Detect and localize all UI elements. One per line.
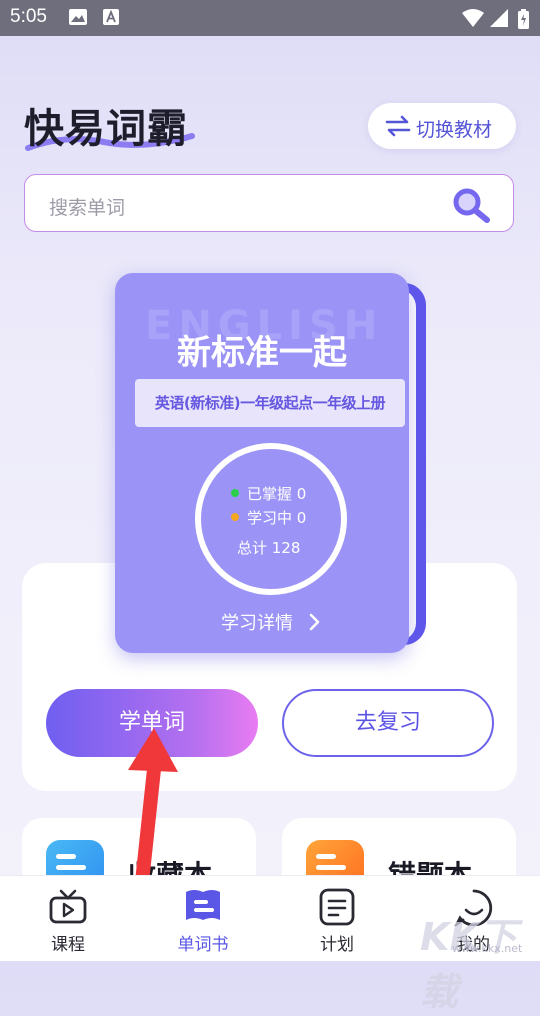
tv-icon [49, 889, 87, 924]
mastered-count: 已掌握 0 [247, 485, 307, 503]
wifi-icon [462, 9, 484, 27]
book-subtitle: 英语(新标准)一年级起点一年级上册 [135, 379, 405, 427]
mastered-dot [231, 489, 239, 497]
plan-icon [319, 888, 355, 926]
book-name: 新标准一起 [177, 333, 347, 373]
battery-icon [518, 9, 529, 29]
switch-textbook-label: 切换教材 [416, 119, 493, 141]
app-title: 快易词霸 [24, 106, 188, 152]
watermark-url: www.kkx.net [452, 942, 523, 955]
signal-icon [490, 9, 508, 27]
review-button[interactable]: 去复习 [282, 689, 494, 757]
tab-wordbook[interactable]: 单词书 [153, 876, 253, 961]
wordbook-icon [186, 890, 220, 920]
textbook-card[interactable]: ENGLISH 新标准一起 英语(新标准)一年级起点一年级上册 已掌握 0 学习… [115, 273, 409, 653]
status-time: 5:05 [10, 6, 47, 27]
swap-icon [385, 115, 411, 137]
search-icon[interactable] [450, 185, 494, 223]
tab-plan-label: 计划 [320, 935, 354, 955]
tab-wordbook-label: 单词书 [177, 935, 229, 955]
image-notification-icon [69, 9, 87, 25]
tab-plan[interactable]: 计划 [287, 876, 387, 961]
status-bar: 5:05 [0, 0, 540, 36]
switch-textbook-button[interactable]: 切换教材 [368, 103, 516, 149]
tab-courses-label: 课程 [51, 935, 85, 955]
learning-dot [231, 513, 239, 521]
watermark: KK下载 [420, 915, 517, 1014]
learning-count: 学习中 0 [247, 509, 307, 527]
tab-courses[interactable]: 课程 [18, 876, 118, 961]
search-placeholder[interactable]: 搜索单词 [49, 193, 125, 220]
total-count: 总计 128 [237, 539, 301, 557]
search-bar[interactable]: 搜索单词 [24, 174, 514, 232]
learn-words-button[interactable]: 学单词 [46, 689, 258, 757]
text-notification-icon [103, 9, 119, 25]
chevron-right-icon[interactable] [309, 613, 321, 631]
study-details-link[interactable]: 学习详情 [221, 609, 293, 635]
